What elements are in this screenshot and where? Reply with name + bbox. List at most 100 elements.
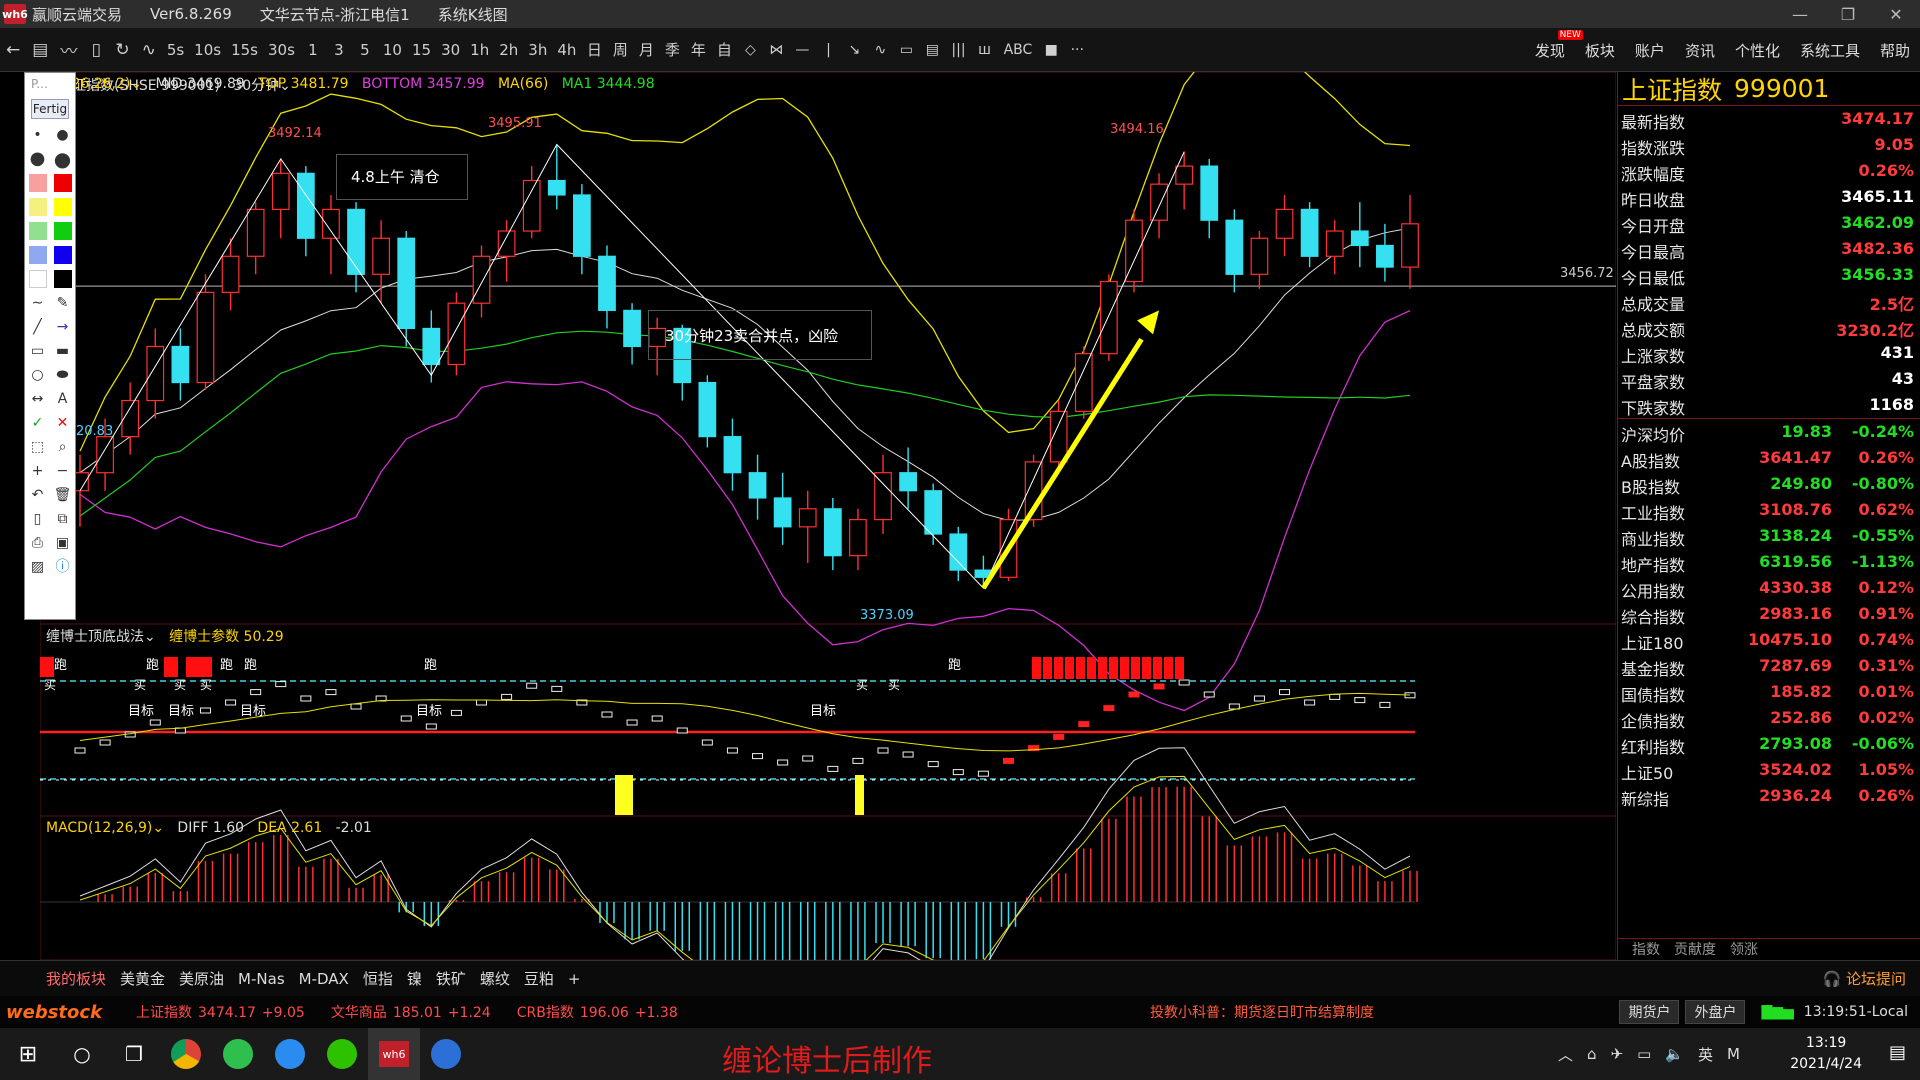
color-green[interactable] xyxy=(53,222,72,240)
tray-bluetooth-icon[interactable]: ✈ xyxy=(1611,1045,1624,1063)
wh6-app-icon[interactable]: wh6 xyxy=(368,1028,420,1080)
pencil-icon[interactable]: ✎ xyxy=(53,293,73,313)
note-clear-position[interactable]: 4.8上午 清仓 xyxy=(336,154,468,200)
filled-ellipse-icon[interactable]: ⬬ xyxy=(53,365,73,385)
restore-icon[interactable]: ❐ xyxy=(1824,0,1872,28)
bottom-tab[interactable]: 我的板块 xyxy=(46,968,106,989)
ticker[interactable]: 上证指数 3474.17 +9.05 xyxy=(136,1002,311,1022)
period-button[interactable]: 2h xyxy=(494,34,523,66)
period-button[interactable]: 1 xyxy=(300,34,326,66)
period-button[interactable]: 1h xyxy=(465,34,494,66)
menu-item[interactable]: 板块 xyxy=(1585,40,1615,61)
menu-item[interactable]: 发现 NEW xyxy=(1535,29,1583,61)
close-icon[interactable]: ✕ xyxy=(1872,0,1920,28)
period-button[interactable]: 自 xyxy=(711,34,737,66)
drawing-tool-button[interactable]: ⋈ xyxy=(763,34,789,66)
color-yellow[interactable] xyxy=(53,198,72,216)
index-row[interactable]: 国债指数 185.82 0.01% xyxy=(1618,679,1920,705)
drawing-tool-button[interactable]: — xyxy=(789,34,815,66)
period-button[interactable]: 10 xyxy=(378,34,407,66)
period-button[interactable]: 月 xyxy=(633,34,659,66)
drawing-tool-button[interactable]: ш xyxy=(972,34,998,66)
color-black[interactable] xyxy=(53,270,72,288)
bottom-tab[interactable]: 恒指 xyxy=(363,968,393,989)
index-row[interactable]: 基金指数 7287.69 0.31% xyxy=(1618,653,1920,679)
minimize-icon[interactable]: — xyxy=(1776,0,1824,28)
note-sell-point[interactable]: 30分钟23卖合并点，凶险 xyxy=(648,310,872,360)
bottom-tab[interactable]: 豆粕 xyxy=(524,968,554,989)
line-icon[interactable]: ╱ xyxy=(28,317,48,337)
clock[interactable]: 13:19 2021/4/24 xyxy=(1790,1033,1862,1075)
undo-icon[interactable]: ↶ xyxy=(28,485,48,505)
drawing-tool-button[interactable]: ··· xyxy=(1064,34,1090,66)
bottom-tab[interactable]: 螺纹 xyxy=(480,968,510,989)
minus-icon[interactable]: − xyxy=(53,461,73,481)
drawing-tool-button[interactable]: ↘ xyxy=(841,34,867,66)
index-row[interactable]: 上证180 10475.10 0.74% xyxy=(1618,627,1920,653)
task-view-icon[interactable]: ❐ xyxy=(108,1028,160,1080)
panel2-title[interactable]: 缠博士顶底战法 xyxy=(46,629,144,645)
period-button[interactable]: 4h xyxy=(552,34,581,66)
new-page-icon[interactable]: ▯ xyxy=(28,509,48,529)
xlarge-dot-icon[interactable]: ● xyxy=(53,149,73,169)
index-row[interactable]: 地产指数 6319.56 -1.13% xyxy=(1618,549,1920,575)
image-icon[interactable]: ▨ xyxy=(28,557,48,577)
bottom-tab[interactable]: + xyxy=(568,970,581,988)
text-icon[interactable]: A xyxy=(53,389,73,409)
color-light-blue[interactable] xyxy=(28,246,47,264)
menu-item[interactable]: 系统工具 xyxy=(1800,40,1860,61)
period-button[interactable]: 10s xyxy=(189,34,226,66)
bottom-tab[interactable]: 铁矿 xyxy=(436,968,466,989)
chrome-icon[interactable] xyxy=(160,1028,212,1080)
bottom-tab[interactable]: 美原油 xyxy=(179,968,224,989)
period-button[interactable]: 15 xyxy=(407,34,436,66)
double-arrow-icon[interactable]: ↔ xyxy=(28,389,48,409)
news-ticker[interactable]: 投教小科普：期货逐日盯市结算制度 xyxy=(1150,1002,1374,1022)
cross-icon[interactable]: ✕ xyxy=(53,413,73,433)
list-icon[interactable]: ▤ xyxy=(26,34,54,66)
drawing-tool-button[interactable]: ABC xyxy=(998,34,1039,66)
index-row[interactable]: 公用指数 4330.38 0.12% xyxy=(1618,575,1920,601)
color-light-green[interactable] xyxy=(28,222,47,240)
menu-item[interactable]: 资讯 xyxy=(1685,40,1715,61)
drawing-tool-button[interactable]: ∿ xyxy=(867,34,893,66)
info-icon[interactable]: ⓘ xyxy=(53,557,73,577)
index-row[interactable]: 企债指数 252.86 0.02% xyxy=(1618,705,1920,731)
index-row[interactable]: 综合指数 2983.16 0.91% xyxy=(1618,601,1920,627)
large-dot-icon[interactable]: ● xyxy=(28,149,48,169)
browser-icon[interactable] xyxy=(212,1028,264,1080)
menu-item[interactable]: 账户 xyxy=(1635,40,1665,61)
bottom-tab[interactable]: M-Nas xyxy=(238,970,285,988)
copy-icon[interactable]: ⧉ xyxy=(53,509,73,529)
drawing-tool-button[interactable]: ||| xyxy=(945,34,971,66)
small-dot-icon[interactable]: • xyxy=(28,125,48,145)
ellipse-icon[interactable]: ○ xyxy=(28,365,48,385)
bottom-tab[interactable]: M-DAX xyxy=(299,970,349,988)
color-red[interactable] xyxy=(53,174,72,192)
refresh-icon[interactable]: ↻ xyxy=(109,34,135,66)
trash-icon[interactable]: 🗑 xyxy=(53,485,73,505)
period-button[interactable]: 15s xyxy=(226,34,263,66)
period-button[interactable]: 5s xyxy=(162,34,189,66)
period-button[interactable]: 日 xyxy=(581,34,607,66)
filled-rectangle-icon[interactable]: ▬ xyxy=(53,341,73,361)
search-icon[interactable]: ○ xyxy=(56,1028,108,1080)
select-icon[interactable]: ⬚ xyxy=(28,437,48,457)
color-white[interactable] xyxy=(28,270,47,288)
tray-volume-icon[interactable]: 🔈 xyxy=(1665,1045,1684,1063)
futures-account-button[interactable]: 期货户 xyxy=(1619,1000,1680,1024)
index-row[interactable]: 沪深均价 19.83 -0.24% xyxy=(1618,419,1920,445)
index-row[interactable]: 商业指数 3138.24 -0.55% xyxy=(1618,523,1920,549)
index-row[interactable]: A股指数 3641.47 0.26% xyxy=(1618,445,1920,471)
bottom-tab[interactable]: 镍 xyxy=(407,968,422,989)
print-icon[interactable]: ⎙ xyxy=(28,533,48,553)
period-button[interactable]: 30s xyxy=(263,34,300,66)
foreign-account-button[interactable]: 外盘户 xyxy=(1685,1000,1746,1024)
s-app-icon[interactable] xyxy=(420,1028,472,1080)
period-button[interactable]: 季 xyxy=(659,34,685,66)
menu-item[interactable]: 帮助 xyxy=(1880,40,1910,61)
color-light-red[interactable] xyxy=(28,174,47,192)
index-row[interactable]: 新综指 2936.24 0.26% xyxy=(1618,783,1920,809)
plus-icon[interactable]: + xyxy=(28,461,48,481)
tray-network-icon[interactable]: ⌂ xyxy=(1587,1045,1597,1063)
